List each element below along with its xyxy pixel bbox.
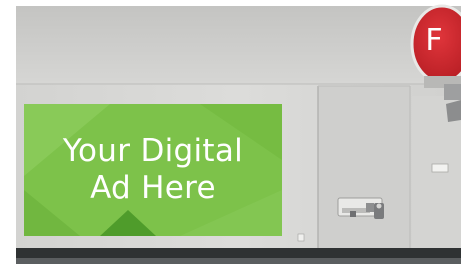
wall-plate <box>431 163 449 173</box>
wall-outlet <box>297 233 305 242</box>
drinking-fountain <box>337 197 384 219</box>
upper-wall <box>16 6 461 84</box>
photo-scene: Your Digital Ad Here F <box>0 0 461 269</box>
floor <box>16 258 461 264</box>
ad-text-line-2: Ad Here <box>90 170 216 206</box>
ad-text: Your Digital Ad Here <box>24 104 282 236</box>
alcove <box>318 86 410 250</box>
ad-text-line-1: Your Digital <box>62 133 244 169</box>
sign-letter: F <box>425 23 443 58</box>
baseboard <box>16 248 461 258</box>
